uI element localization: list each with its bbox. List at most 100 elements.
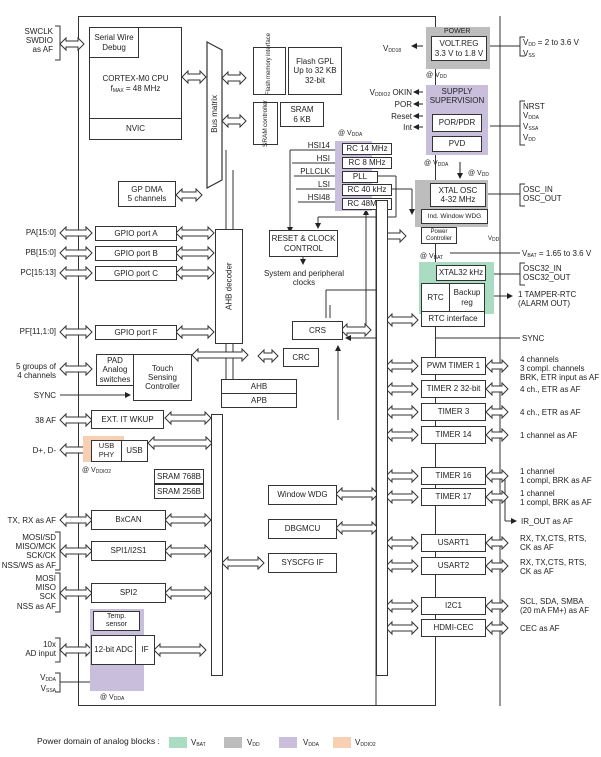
- vbat-pin: VBAT = 1.65 to 3.6 V: [522, 249, 592, 259]
- i2c-pins: SCL, SDA, SMBA (20 mA FM+) as AF: [520, 597, 590, 616]
- sync-right: SYNC: [522, 334, 545, 343]
- sram-6kb: SRAM 6 KB: [280, 102, 324, 127]
- at-vddio2: @ VDDIO2: [82, 467, 112, 475]
- xtal-osc: XTAL OSC 4-32 MHz: [430, 183, 486, 207]
- usart2-pins: RX, TX,CTS, RTS, CK as AF: [520, 558, 587, 577]
- gpio-port-f: GPIO port F: [95, 325, 177, 340]
- spi1-i2s1: SPI1/I2S1: [91, 541, 166, 561]
- reset-label: Reset: [391, 112, 412, 121]
- bxcan: BxCAN: [91, 510, 166, 530]
- power-controller: Power Controller: [421, 227, 457, 244]
- temp-sensor: Temp. sensor: [93, 611, 140, 631]
- rc-14mhz: RC 14 MHz: [342, 143, 392, 155]
- okin-label: VDDIO2 OKIN: [369, 88, 412, 98]
- usb-phy: USB PHY: [91, 440, 122, 462]
- lsi-label: LSI: [317, 180, 330, 189]
- sync-left: SYNC: [33, 391, 56, 400]
- at-vbat: @ VBAT: [420, 253, 444, 261]
- tim3-pins: 4 ch., ETR as AF: [520, 408, 581, 417]
- timer-14: TIMER 14: [421, 426, 486, 444]
- at-vdd-power: @ VDD: [426, 72, 447, 80]
- touch-pins: 5 groups of 4 channels: [15, 362, 56, 381]
- rc-8mhz: RC 8 MHz: [342, 157, 392, 169]
- usart1: USART1: [421, 534, 486, 552]
- legend-title: Power domain of analog blocks :: [37, 736, 160, 746]
- legend-swatch-vbat: [169, 737, 187, 748]
- ir-out-pin: IR_OUT as AF: [521, 517, 573, 526]
- can-pins: TX, RX as AF: [7, 516, 56, 525]
- at-vdda-pvd: @ VDDA: [424, 160, 449, 168]
- legend-label-vdd: VDD: [247, 738, 260, 748]
- ahb-bridge: AHB: [221, 379, 297, 394]
- serial-wire-debug: Serial Wire Debug: [89, 27, 139, 58]
- tim2-pins: 4 ch., ETR as AF: [520, 385, 581, 394]
- gpio-port-a: GPIO port A: [95, 226, 177, 241]
- crc: CRC: [283, 348, 319, 367]
- tim1-pins: 4 channels 3 compl. channels BRK, ETR inpu…: [520, 355, 600, 383]
- hsi-label: HSI: [316, 154, 330, 163]
- pc-pins: PC[15:13]: [20, 268, 56, 277]
- bus-matrix-label: Bus matrix: [210, 95, 219, 133]
- adc-12bit: 12-bit ADC: [91, 635, 136, 665]
- osc32-pins: OSC32_IN OSC32_OUT: [523, 264, 571, 283]
- pb-pins: PB[15:0]: [25, 248, 56, 257]
- pa-pins: PA[15:0]: [25, 228, 56, 237]
- flash-gpl: Flash GPL Up to 32 KB 32-bit: [288, 47, 342, 95]
- adc-if: IF: [135, 635, 155, 665]
- backup-reg: Backup reg: [449, 283, 485, 312]
- por-label: POR: [394, 100, 412, 109]
- power-title: POWER: [444, 28, 471, 35]
- crs: CRS: [292, 321, 343, 340]
- window-wdg: Window WDG: [268, 485, 337, 505]
- usart2: USART2: [421, 557, 486, 575]
- legend-label-vbat: VBAT: [191, 738, 206, 748]
- cpu-label: CORTEX-M0 CPU fMAX = 48 MHz: [102, 74, 169, 94]
- vdda-pins: VDDA VSSA: [40, 673, 56, 694]
- pll: PLL: [342, 171, 378, 183]
- pf-pins: PF[11,1:0]: [19, 327, 56, 336]
- gpio-port-b: GPIO port B: [95, 246, 177, 261]
- ind-window-wdg: Ind. Window WDG: [421, 209, 488, 224]
- apb-bus-right: [376, 200, 388, 676]
- sram-256b: SRAM 256B: [154, 484, 204, 499]
- rtc: RTC: [421, 283, 450, 312]
- legend-swatch-vdd: [224, 737, 242, 748]
- hsi14-label: HSI14: [307, 141, 330, 150]
- timer-17: TIMER 17: [421, 488, 486, 506]
- timer-16: TIMER 16: [421, 467, 486, 485]
- touch-sensing-controller: Touch Sensing Controller: [133, 354, 192, 401]
- spi1-pins: MOSI/SD MISO/MCK SCK/CK NSS/WS as AF: [1, 533, 56, 570]
- at-vdda-osc: @ VDDA: [338, 130, 363, 138]
- flash-mem-interface: Flash memory interface: [253, 33, 286, 95]
- hdmi-cec: HDMI-CEC: [421, 619, 486, 637]
- legend-label-vdda: VDDA: [303, 738, 319, 748]
- pad-analog-switches: PAD Analog switches: [96, 354, 134, 386]
- gpio-port-c: GPIO port C: [95, 266, 177, 281]
- por-pdr: POR/PDR: [432, 114, 482, 132]
- gp-dma: GP DMA 5 channels: [118, 181, 176, 207]
- dbgmcu: DBGMCU: [268, 519, 337, 539]
- timer-3: TIMER 3: [421, 403, 486, 421]
- vdd-supply-pins: VDD = 2 to 3.6 V VSS: [523, 38, 579, 59]
- pvd: PVD: [432, 136, 482, 152]
- timer-2: TIMER 2 32-bit: [421, 380, 486, 398]
- vdd-small-label: VDD: [488, 236, 500, 243]
- tim16-pins: 1 channel 1 compl, BRK as AF: [520, 467, 592, 486]
- legend-label-vddio2: VDDIO2: [355, 738, 376, 748]
- usb-pins: D+, D-: [32, 446, 56, 455]
- int-label: Int: [403, 123, 412, 132]
- spi2-pins: MOSI MISO SCK NSS as AF: [16, 574, 56, 611]
- tamper-pins: 1 TAMPER-RTC (ALARM OUT): [518, 290, 577, 309]
- usart1-pins: RX, TX,CTS, RTS, CK as AF: [520, 534, 587, 553]
- ahb-decoder: AHB decoder: [215, 229, 243, 344]
- sram-controller: SRAM controller: [253, 100, 278, 147]
- xtal32-khz: XTAL32 kHz: [436, 265, 486, 281]
- legend-swatch-vddio2: [333, 737, 351, 748]
- usb: USB: [121, 440, 148, 462]
- sram-768b: SRAM 768B: [154, 469, 204, 484]
- at-vdda-adc: @ VDDA: [100, 694, 125, 702]
- cec-pin: CEC as AF: [520, 624, 560, 633]
- swd-pins: SWCLK SWDIO as AF: [24, 27, 53, 55]
- at-vdd-xtal: @ VDD: [468, 170, 489, 178]
- exti-pins: 38 AF: [35, 416, 56, 425]
